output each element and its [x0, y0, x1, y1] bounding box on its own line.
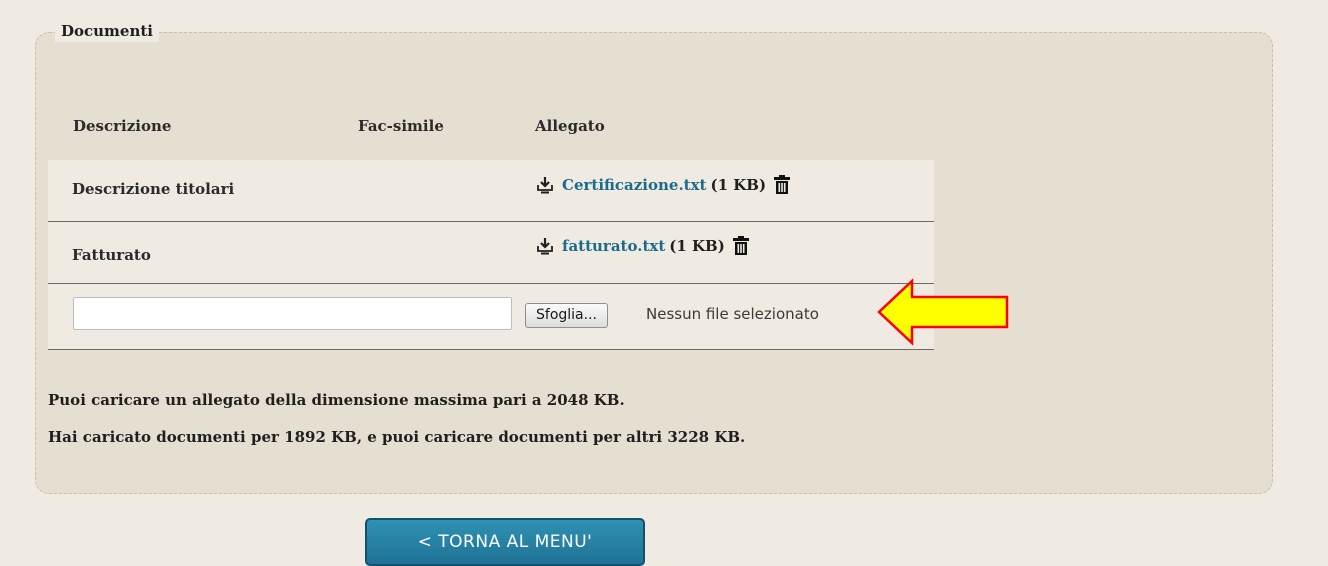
- arrow-left-icon: [877, 278, 1009, 346]
- column-header-facsimile: Fac-simile: [358, 117, 444, 135]
- column-header-descrizione: Descrizione: [73, 117, 172, 135]
- trash-icon[interactable]: [732, 236, 750, 256]
- download-icon[interactable]: [535, 175, 555, 195]
- download-icon[interactable]: [535, 236, 555, 256]
- documents-table: Descrizione titolari Certificazione.txt …: [48, 160, 934, 350]
- back-to-menu-button[interactable]: < TORNA AL MENU': [365, 518, 645, 566]
- row-label: Descrizione titolari: [72, 180, 235, 198]
- description-input[interactable]: [73, 297, 512, 330]
- attachment-link[interactable]: fatturato.txt: [562, 237, 665, 255]
- attachment-link[interactable]: Certificazione.txt: [562, 176, 706, 194]
- column-header-allegato: Allegato: [535, 117, 605, 135]
- trash-icon[interactable]: [773, 175, 791, 195]
- uploaded-size-note: Hai caricato documenti per 1892 KB, e pu…: [48, 428, 746, 446]
- fieldset-legend: Documenti: [55, 20, 159, 42]
- file-size: (1 KB): [669, 237, 725, 255]
- attachment-cell: Certificazione.txt (1 KB): [535, 175, 791, 195]
- max-size-note: Puoi caricare un allegato della dimensio…: [48, 391, 625, 409]
- attachment-cell: fatturato.txt (1 KB): [535, 236, 750, 256]
- table-row: Fatturato fatturato.txt (1 KB): [48, 222, 934, 284]
- table-row: Descrizione titolari Certificazione.txt …: [48, 160, 934, 222]
- row-label: Fatturato: [72, 246, 151, 264]
- file-size: (1 KB): [710, 176, 767, 194]
- no-file-selected-text: Nessun file selezionato: [646, 305, 819, 323]
- browse-button[interactable]: Sfoglia...: [525, 303, 608, 328]
- upload-row: Sfoglia... Nessun file selezionato: [48, 284, 934, 350]
